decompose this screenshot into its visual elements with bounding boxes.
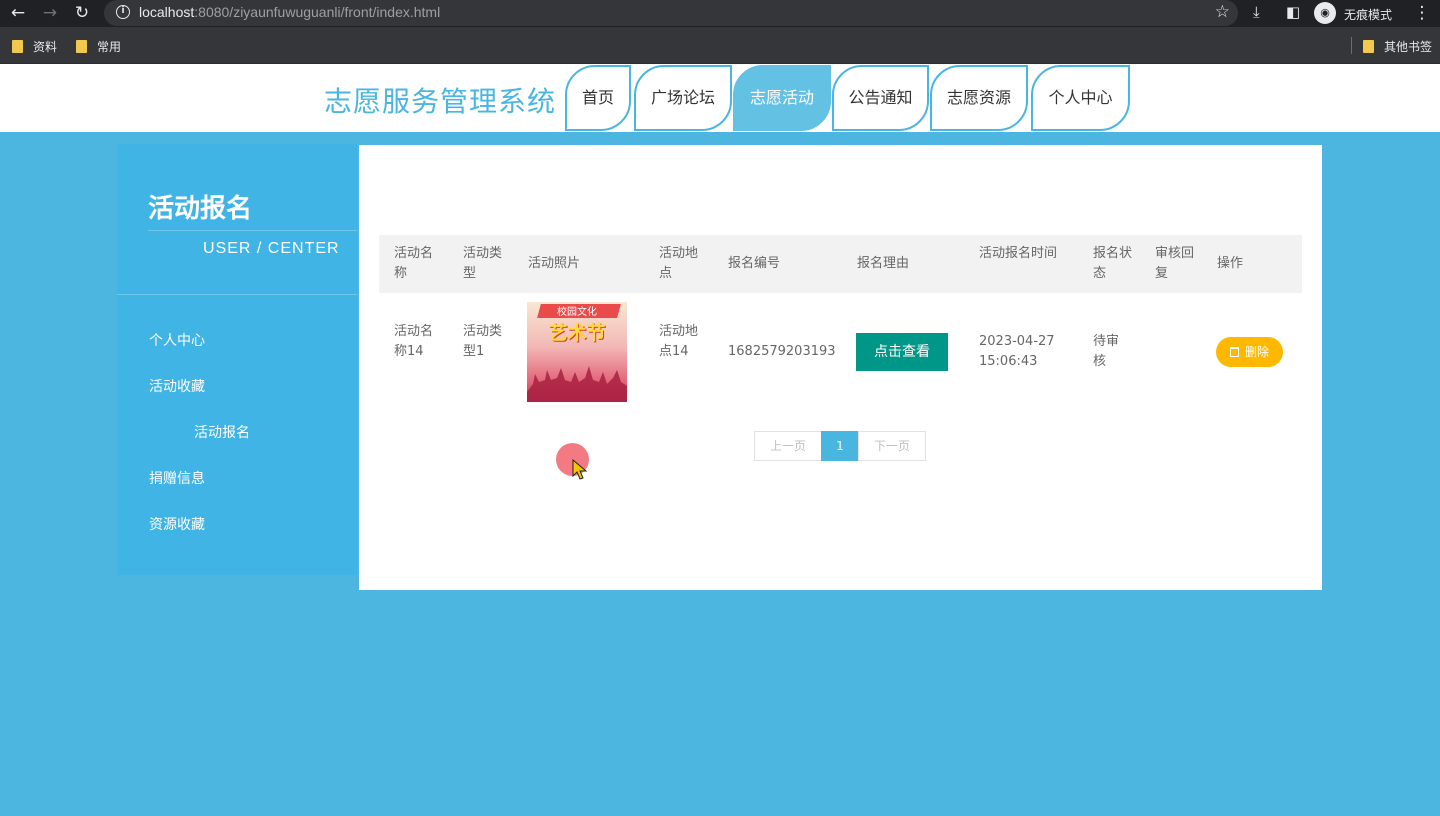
cell-activity-type: 活动类型1 xyxy=(463,324,503,359)
bookmark-folder-ziliao[interactable]: 资料 xyxy=(12,38,57,55)
site-info-icon[interactable]: i xyxy=(116,5,130,19)
bookmark-separator xyxy=(1351,37,1352,54)
cell-activity-location: 活动地点14 xyxy=(659,324,699,359)
sidebar-item-activity-signup[interactable]: 活动报名 xyxy=(194,422,250,442)
folder-icon xyxy=(12,40,23,53)
cell-activity-name: 活动名称14 xyxy=(394,324,434,359)
sidebar-title: 活动报名 xyxy=(148,194,253,224)
delete-button[interactable]: 删除 xyxy=(1216,337,1283,367)
mouse-pointer-icon xyxy=(572,459,588,480)
nav-tab-personal-center[interactable]: 个人中心 xyxy=(1031,65,1130,131)
cell-signup-number: 1682579203193 xyxy=(728,344,836,359)
main-panel: 活动名称 活动类型 活动照片 活动地点 报名编号 报名理由 活动报名时间 报名状… xyxy=(359,145,1322,590)
sidebar-item-donations[interactable]: 捐赠信息 xyxy=(149,468,205,488)
column-header-activity-photo: 活动照片 xyxy=(528,256,581,271)
reload-icon[interactable]: ↻ xyxy=(71,3,93,23)
url-text: localhost:8080/ziyaunfuwuguanli/front/in… xyxy=(139,4,441,20)
trash-icon xyxy=(1229,347,1239,357)
table-row: 活动名称14 活动类型1 校园文化 艺术节 活动地点14 16825792031… xyxy=(379,293,1302,411)
forward-arrow-icon[interactable]: → xyxy=(39,3,61,23)
bookmarks-bar: 资料 常用 其他书签 xyxy=(0,27,1440,64)
cell-signup-status: 待审核 xyxy=(1093,334,1120,369)
view-reason-button[interactable]: 点击查看 xyxy=(856,333,948,371)
sidebar-item-resource-favorites[interactable]: 资源收藏 xyxy=(149,514,205,534)
cell-signup-time: 2023-04-27 15:06:43 xyxy=(979,334,1055,369)
nav-tab-forum[interactable]: 广场论坛 xyxy=(634,65,732,131)
bookmark-star-icon[interactable]: ☆ xyxy=(1215,2,1230,22)
column-header-activity-name: 活动名称 xyxy=(394,246,434,281)
photo-title-text: 艺术节 xyxy=(548,322,606,344)
folder-icon xyxy=(1363,40,1374,53)
back-arrow-icon[interactable]: ← xyxy=(7,3,29,23)
column-header-signup-status: 报名状态 xyxy=(1093,246,1133,281)
photo-crowd-silhouette xyxy=(527,366,627,402)
bookmark-folder-other[interactable]: 其他书签 xyxy=(1363,38,1432,55)
sidebar-header: 活动报名 USER / CENTER xyxy=(117,144,357,295)
browser-menu-icon[interactable]: ⋮ xyxy=(1411,3,1433,23)
next-page-button[interactable]: 下一页 xyxy=(858,431,926,461)
site-title: 志愿服务管理系统 xyxy=(324,85,557,118)
incognito-label: 无痕模式 xyxy=(1344,8,1393,22)
download-icon[interactable]: ⤓ xyxy=(1253,3,1260,21)
folder-icon xyxy=(76,40,87,53)
column-header-review-reply: 审核回复 xyxy=(1155,246,1195,281)
side-panel-icon[interactable]: ◧ xyxy=(1286,3,1300,21)
address-bar[interactable]: i localhost:8080/ziyaunfuwuguanli/front/… xyxy=(104,0,1238,26)
sidebar-item-personal-center[interactable]: 个人中心 xyxy=(149,330,205,350)
nav-tab-activities[interactable]: 志愿活动 xyxy=(733,65,831,131)
column-header-signup-reason: 报名理由 xyxy=(857,256,910,271)
activity-photo: 校园文化 艺术节 xyxy=(527,302,627,402)
photo-banner-text: 校园文化 xyxy=(557,307,597,318)
sidebar-item-activity-favorites[interactable]: 活动收藏 xyxy=(149,376,205,396)
bookmark-folder-changyong[interactable]: 常用 xyxy=(76,38,121,55)
sidebar-subtitle: USER / CENTER xyxy=(203,240,340,257)
column-header-actions: 操作 xyxy=(1217,256,1244,271)
column-header-signup-time: 活动报名时间 xyxy=(979,246,1058,261)
user-sidebar: 活动报名 USER / CENTER 个人中心 活动收藏 活动报名 捐赠信息 资… xyxy=(117,144,357,575)
column-header-activity-type: 活动类型 xyxy=(463,246,503,281)
sidebar-divider xyxy=(148,230,357,231)
incognito-icon: ◉ xyxy=(1314,2,1336,24)
browser-toolbar: ← → ↻ i localhost:8080/ziyaunfuwuguanli/… xyxy=(0,0,1440,27)
column-header-signup-number: 报名编号 xyxy=(728,256,781,271)
page-number-current[interactable]: 1 xyxy=(821,431,859,461)
table-header: 活动名称 活动类型 活动照片 活动地点 报名编号 报名理由 活动报名时间 报名状… xyxy=(379,235,1302,293)
prev-page-button[interactable]: 上一页 xyxy=(754,431,822,461)
nav-tab-home[interactable]: 首页 xyxy=(565,65,631,131)
nav-tab-resources[interactable]: 志愿资源 xyxy=(930,65,1028,131)
nav-tab-notices[interactable]: 公告通知 xyxy=(832,65,929,131)
site-header: 志愿服务管理系统 首页 广场论坛 志愿活动 公告通知 志愿资源 个人中心 xyxy=(0,64,1440,132)
column-header-activity-location: 活动地点 xyxy=(659,246,699,281)
